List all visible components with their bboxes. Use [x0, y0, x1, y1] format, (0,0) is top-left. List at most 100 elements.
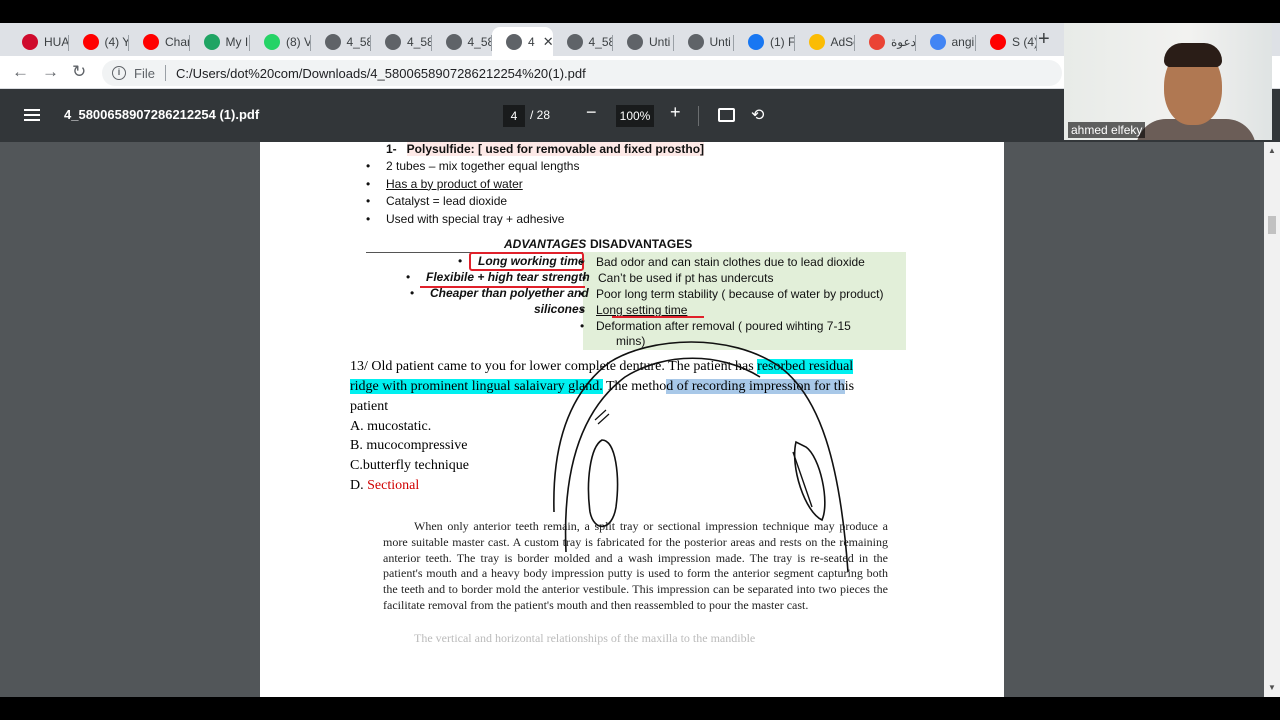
youtube-icon [143, 33, 159, 50]
browser-tab[interactable]: دعوة [855, 27, 916, 56]
advantage-item: Cheaper than polyether and [430, 286, 589, 300]
disadvantages-heading: DISADVANTAGES [590, 237, 693, 251]
bullet-dot: • [406, 270, 411, 284]
option-c: C.butterfly technique [350, 458, 469, 473]
toolbar-divider [698, 106, 699, 126]
reload-icon[interactable]: ↻ [72, 62, 86, 82]
browser-tab[interactable]: My I [190, 27, 250, 56]
top-black-bar [0, 0, 1280, 23]
list-item: Has a by product of water [366, 176, 579, 194]
option-b: B. mucocompressive [350, 438, 468, 453]
tab-title: Unti [709, 34, 731, 49]
globe-icon [566, 33, 583, 50]
tab-title: Char [165, 34, 190, 49]
browser-tab[interactable]: 4_58 [311, 27, 371, 56]
advantages-heading: ADVANTAGES [504, 237, 587, 251]
fit-page-icon[interactable] [718, 108, 735, 122]
tab-title: S (4) [1012, 34, 1037, 49]
new-tab-button[interactable]: + [1038, 28, 1050, 51]
scrollbar-thumb[interactable] [1268, 216, 1276, 234]
question-line-2: ridge with prominent lingual salaivary g… [350, 379, 855, 394]
bottom-black-bar [0, 697, 1280, 720]
browser-tab[interactable]: 4_58 [371, 27, 432, 56]
youtube-icon [990, 33, 1006, 50]
menu-icon[interactable] [24, 109, 40, 121]
browser-tab[interactable]: Unti [674, 27, 734, 56]
url-text: C:/Users/dot%20com/Downloads/4_580065890… [175, 65, 586, 81]
webcam-person-hair [1164, 43, 1222, 67]
forward-icon[interactable]: → [42, 62, 59, 82]
red-ink-underline [420, 286, 585, 288]
globe-icon [506, 33, 522, 50]
browser-tab[interactable]: angi [916, 27, 976, 56]
browser-tab[interactable]: 4_58 [553, 27, 614, 56]
globe-icon [445, 33, 462, 50]
tab-title: Unti [649, 34, 671, 49]
tab-title: 4_58 [467, 34, 493, 49]
disadvantage-item: Deformation after removal ( poured wihti… [580, 318, 851, 334]
tab-title: (4) Y [104, 34, 130, 49]
omnibox-divider [164, 65, 166, 81]
back-icon[interactable]: ← [12, 62, 29, 82]
browser-tab[interactable]: S (4) [976, 27, 1037, 56]
question-line-1: 13/ Old patient came to you for lower co… [350, 359, 854, 374]
scroll-up-icon[interactable]: ▲ [1268, 146, 1276, 155]
tab-title: HUA [44, 34, 69, 49]
globe-icon [385, 33, 401, 50]
tab-title: 4_58 [588, 34, 614, 49]
browser-tab[interactable]: 4_58 [432, 27, 493, 56]
page-total: / 28 [530, 108, 551, 122]
disadvantage-item: Bad odor and can stain clothes due to le… [580, 254, 865, 270]
tab-title: 4_58 [407, 34, 432, 49]
tab-title: 4 [528, 34, 535, 49]
rotate-icon[interactable]: ⟲ [751, 105, 764, 125]
browser-tab[interactable]: Unti [613, 27, 674, 56]
close-tab-icon[interactable]: ✕ [543, 34, 553, 50]
section-title: Polysulfide: [ used for removable and fi… [406, 142, 705, 156]
scroll-down-icon[interactable]: ▼ [1268, 683, 1276, 692]
url-input[interactable]: i File C:/Users/dot%20com/Downloads/4_58… [102, 60, 1062, 86]
browser-tab[interactable]: HUA [8, 27, 69, 56]
pdf-title: 4_5800658907286212254 (1).pdf [64, 107, 260, 122]
bullet-list: 2 tubes – mix together equal lengths Has… [366, 158, 579, 228]
browser-tab[interactable]: (1) F [734, 27, 795, 56]
bullet-dot: • [410, 286, 415, 300]
question-line-3: patient [350, 399, 389, 414]
disadvantage-item: Poor long term stability ( because of wa… [580, 286, 883, 302]
globe-icon [324, 33, 341, 50]
adsense-icon [808, 33, 825, 50]
section-number: 1- [386, 142, 397, 156]
browser-tab[interactable]: (4) Y [69, 27, 130, 56]
youtube-icon [82, 33, 99, 50]
pdf-page: 1- Polysulfide: [ used for removable and … [260, 142, 1004, 697]
tab-title: (1) F [770, 34, 795, 49]
tab-title: (8) V [286, 34, 311, 49]
info-icon[interactable]: i [112, 66, 126, 80]
tab-separator [1035, 35, 1037, 51]
bullet-dot: • [458, 254, 463, 268]
tab-title: AdSe [830, 34, 856, 49]
zoom-out-icon[interactable]: − [586, 102, 597, 123]
section-heading: 1- Polysulfide: [ used for removable and … [386, 142, 705, 156]
option-a: A. mucostatic. [350, 419, 432, 434]
browser-tab[interactable]: (8) V [250, 27, 311, 56]
zoom-input[interactable]: 100% [616, 105, 654, 127]
google-icon [929, 33, 946, 50]
faded-text-line: The vertical and horizontal relationship… [414, 631, 756, 645]
scrollbar[interactable]: ▲ ▼ [1264, 142, 1280, 697]
list-item: 2 tubes – mix together equal lengths [366, 158, 579, 176]
globe-icon [687, 33, 704, 50]
browser-tab[interactable]: AdSe [795, 27, 856, 56]
gmail-icon [869, 33, 885, 50]
tab-title: My I [225, 34, 249, 49]
webcam-overlay: ahmed elfeky [1064, 23, 1272, 140]
webcam-name-label: ahmed elfeky [1068, 122, 1146, 138]
disadvantage-item: Can’t be used if pt has undercuts [582, 270, 773, 286]
page-number-input[interactable]: 4 [503, 105, 525, 127]
browser-tab[interactable]: Char [129, 27, 190, 56]
browser-tab[interactable]: 4 ✕ [492, 27, 553, 56]
tab-title: angi [951, 34, 975, 49]
explanation-paragraph: When only anterior teeth remain, a split… [383, 519, 888, 612]
zoom-in-icon[interactable]: + [670, 102, 681, 123]
huawei-icon [22, 33, 38, 50]
